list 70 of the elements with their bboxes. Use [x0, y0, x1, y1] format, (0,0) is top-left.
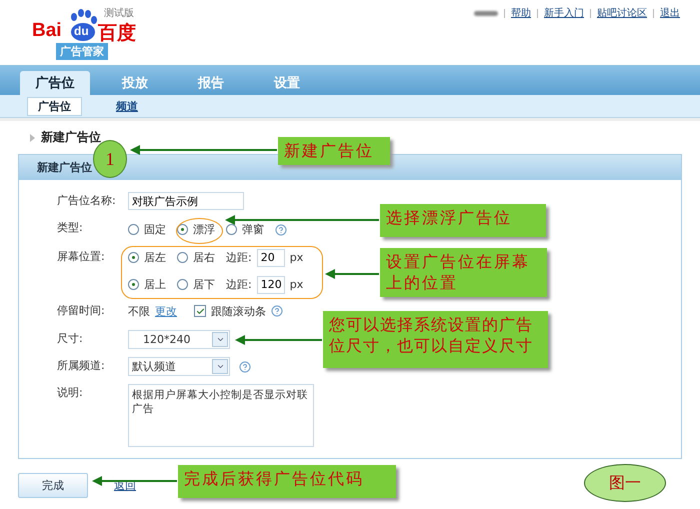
callout-note: 选择漂浮广告位	[380, 204, 546, 237]
field-label: 类型:	[56, 220, 84, 236]
radio-option[interactable]: 弹窗	[226, 222, 264, 237]
header-link[interactable]: 退出	[660, 6, 680, 20]
radio-option[interactable]: 固定	[128, 222, 166, 237]
caret-icon[interactable]	[216, 362, 224, 371]
field-label: 广告位名称:	[56, 193, 117, 209]
unit-label: px	[290, 278, 304, 291]
dropdown[interactable]: 默认频道	[128, 357, 230, 376]
callout-note: 您可以选择系统设置的广告位尺寸，也可以自定义尺寸	[323, 311, 548, 368]
header-link[interactable]: 新手入门	[544, 6, 584, 20]
sub-tab[interactable]: 频道	[106, 98, 148, 114]
pointer-arrow	[325, 269, 379, 279]
field-label: 停留时间:	[56, 303, 106, 319]
radio-button[interactable]	[128, 279, 139, 290]
help-icon[interactable]	[275, 224, 287, 236]
radio-label: 居右	[193, 250, 215, 265]
nav-tab[interactable]: 广告位	[20, 71, 90, 95]
margin-field[interactable]: 20	[256, 248, 285, 266]
logo-text: du	[74, 24, 89, 38]
radio-option[interactable]: 居上	[128, 277, 166, 292]
checkbox[interactable]	[194, 305, 206, 317]
radio-label: 漂浮	[193, 222, 215, 237]
triangle-icon	[30, 134, 35, 142]
done-button[interactable]: 完成	[18, 473, 88, 498]
logo-text: 百度	[98, 22, 136, 46]
header-link[interactable]: 贴吧讨论区	[597, 6, 647, 20]
margin-label: 边距:	[226, 277, 252, 292]
description-field[interactable]: 根据用户屏幕大小控制是否显示对联广告	[128, 384, 314, 447]
help-icon[interactable]	[239, 360, 251, 372]
callout-note: 设置广告位在屏幕上的位置	[380, 248, 547, 297]
name-field[interactable]: 对联广告示例	[128, 192, 244, 210]
radio-option[interactable]: 漂浮	[177, 222, 215, 237]
radio-button[interactable]	[177, 279, 188, 290]
radio-option[interactable]: 居左	[128, 250, 166, 265]
caret-icon[interactable]	[216, 335, 224, 344]
logo-text: Bai	[32, 20, 62, 42]
radio-label: 固定	[144, 222, 166, 237]
radio-button[interactable]	[128, 252, 139, 263]
stay-value: 不限	[128, 304, 150, 318]
field-label: 所属频道:	[56, 358, 106, 374]
header-link[interactable]: 帮助	[511, 6, 531, 20]
margin-label: 边距:	[226, 250, 252, 265]
field-label: 屏幕位置:	[56, 249, 106, 265]
radio-label: 居左	[144, 250, 166, 265]
dropdown[interactable]: 120*240	[128, 330, 230, 349]
highlight-outline	[176, 218, 223, 244]
radio-button[interactable]	[177, 252, 188, 263]
radio-button[interactable]	[226, 224, 237, 235]
radio-label: 居下	[193, 277, 215, 292]
radio-label: 弹窗	[242, 222, 264, 237]
radio-button[interactable]	[128, 224, 139, 235]
change-link[interactable]: 更改	[155, 304, 177, 318]
checkbox-label: 跟随滚动条	[211, 304, 266, 318]
figure-label: 图一	[584, 464, 666, 502]
callout-note: 完成后获得广告位代码	[178, 465, 396, 498]
edition-label: 测试版	[104, 6, 134, 20]
unit-label: px	[290, 251, 304, 264]
radio-option[interactable]: 居下	[177, 277, 215, 292]
product-badge: 广告管家	[56, 43, 108, 60]
margin-field[interactable]: 120	[256, 276, 285, 294]
field-label: 说明:	[56, 385, 84, 401]
callout-note: 新建广告位	[278, 137, 390, 165]
radio-button[interactable]	[177, 224, 188, 235]
radio-label: 居上	[144, 277, 166, 292]
help-icon[interactable]	[271, 305, 283, 317]
sub-tab[interactable]: 广告位	[27, 96, 82, 116]
radio-option[interactable]: 居右	[177, 250, 215, 265]
field-label: 尺寸:	[56, 331, 84, 347]
blurred-username	[474, 10, 498, 16]
